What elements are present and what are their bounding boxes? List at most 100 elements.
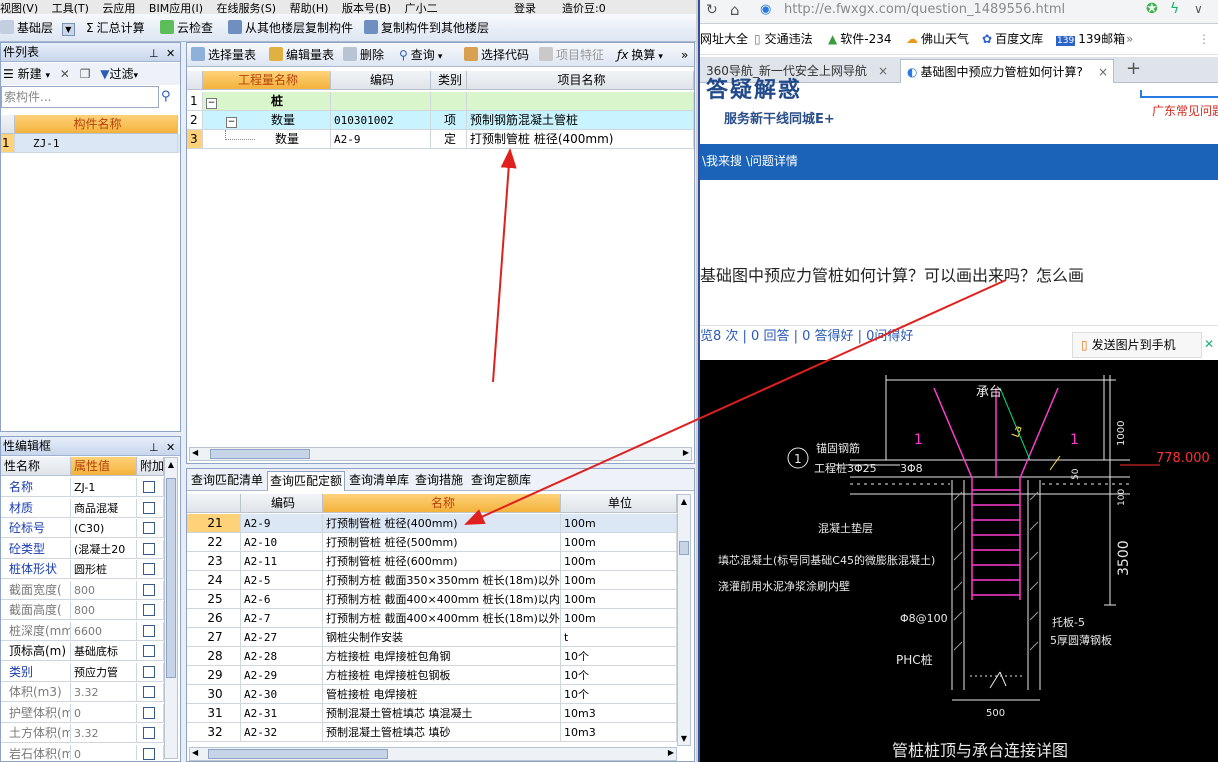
property-checkbox[interactable] [143, 624, 155, 637]
component-search-input[interactable]: 索构件... [1, 86, 159, 108]
close-icon[interactable]: ✕ [166, 44, 175, 63]
bookmark-item[interactable]: ☁ 佛山天气 [906, 25, 969, 53]
menu-assistant[interactable]: 广小二 [405, 2, 438, 14]
item-feature-button[interactable]: 项目特征 [539, 43, 604, 67]
property-row[interactable]: 桩深度(mm) 6600 [1, 621, 164, 642]
property-scrollbar[interactable]: ▲ [164, 457, 178, 759]
quota-row[interactable]: 25 A2-6 打预制方桩 截面400×400mm 桩长(18m)以内 100m [187, 590, 677, 609]
property-row[interactable]: 砼标号 (C30) [1, 519, 164, 539]
quota-row[interactable]: 27 A2-27 钢桩尖制作安装 t [187, 628, 677, 647]
chevron-down-icon[interactable]: ▼ [679, 734, 689, 743]
chevron-left-icon[interactable]: ◀ [192, 448, 198, 457]
menu-dots-icon[interactable]: ⋮ [1198, 25, 1210, 53]
delete-button[interactable]: 删除 [343, 43, 384, 67]
property-value[interactable]: 800 [71, 580, 137, 600]
property-row[interactable]: 顶标高(m) 基础底标 [1, 642, 164, 662]
component-row[interactable]: 1 ZJ-1 [1, 134, 180, 153]
more-icon[interactable]: » [681, 43, 688, 67]
quota-row[interactable]: 31 A2-31 预制混凝土管桩填芯 填混凝土 10m3 [187, 704, 677, 723]
chevron-left-icon[interactable]: ◀ [192, 748, 198, 757]
cloud-check-button[interactable]: 云检查 [160, 19, 213, 37]
copy-icon[interactable]: ❐ [80, 67, 91, 81]
quota-row[interactable]: 22 A2-10 打预制管桩 桩径(500mm) 100m [187, 533, 677, 552]
menu-view[interactable]: 视图(V) [0, 2, 38, 14]
chevron-down-icon[interactable]: ▾ [134, 71, 139, 81]
pin-icon[interactable]: ⊥ [149, 44, 159, 63]
select-code-button[interactable]: 选择代码 [464, 43, 529, 67]
property-value[interactable]: (混凝土20 [71, 539, 137, 559]
browser-tab-active[interactable]: ◐ 基础图中预应力管桩如何计算? × [900, 59, 1114, 83]
collapse-icon[interactable]: − [226, 117, 237, 128]
property-value[interactable]: (C30) [71, 519, 137, 538]
region-link[interactable]: 广东常见问题 [1152, 102, 1218, 119]
collapse-icon[interactable]: − [206, 98, 217, 109]
scrollbar-thumb[interactable] [679, 541, 689, 555]
chevron-up-icon[interactable]: ▲ [679, 497, 689, 506]
copy-from-floor-button[interactable]: 从其他楼层复制构件 [228, 19, 353, 37]
floor-selector[interactable]: 基础层 ▼ [0, 19, 75, 37]
property-value[interactable]: 800 [71, 601, 137, 620]
search-icon[interactable]: ⚲ [161, 89, 171, 104]
send-to-phone-button[interactable]: ▯ 发送图片到手机 [1072, 332, 1202, 358]
chevron-up-icon[interactable]: ▲ [166, 460, 176, 469]
property-value[interactable]: 0 [71, 744, 137, 760]
property-row[interactable]: 土方体积(m 3.32 [1, 724, 164, 744]
url-field[interactable]: http://e.fwxgx.com/question_1489556.html [784, 2, 1065, 17]
summary-button[interactable]: Σ 汇总计算 [86, 19, 145, 37]
tab-match-list[interactable]: 查询匹配清单 [191, 469, 263, 491]
property-checkbox[interactable] [143, 686, 155, 698]
quota-row[interactable]: 26 A2-7 打预制方桩 截面400×400mm 桩长(18m)以外 100m [187, 609, 677, 628]
property-checkbox[interactable] [143, 501, 155, 514]
quantity-row[interactable]: 1 − 桩 [187, 92, 694, 111]
menu-help[interactable]: 帮助(H) [290, 2, 329, 14]
property-row[interactable]: 截面高度(800 [1, 601, 164, 621]
property-row[interactable]: 桩体形状 圆形桩 [1, 560, 164, 580]
pin-icon[interactable]: ⊥ [149, 438, 159, 457]
property-row[interactable]: 护壁体积(m 0 [1, 703, 164, 724]
property-row[interactable]: 体积(m3) 3.32 [1, 683, 164, 703]
property-value[interactable]: 0 [71, 703, 137, 723]
tab-list-library[interactable]: 查询清单库 [349, 469, 409, 491]
quota-row[interactable]: 21 A2-9 打预制管桩 桩径(400mm) 100m [187, 514, 677, 533]
property-row[interactable]: 截面宽度(800 [1, 580, 164, 601]
property-value[interactable]: 预应力管 [71, 662, 137, 682]
query-button[interactable]: ⚲ 查询 ▾ [399, 43, 442, 69]
chevron-down-icon[interactable]: ∨ [1194, 2, 1203, 16]
new-tab-button[interactable]: + [1126, 58, 1141, 79]
quantity-scrollbar[interactable]: ◀ ▶ [189, 447, 692, 461]
quota-row[interactable]: 28 A2-28 方桩接桩 电焊接桩包角钢 10个 [187, 647, 677, 666]
bookmark-item[interactable]: ▲ 软件-234 [828, 25, 891, 53]
bookmark-item[interactable]: 139 139邮箱 [1056, 25, 1125, 55]
quota-hscrollbar[interactable]: ◀ ▶ [189, 747, 677, 761]
property-checkbox[interactable] [143, 747, 155, 760]
more-icon[interactable]: » [1126, 25, 1133, 53]
nav-bar[interactable]: \我来搜 \问题详情 [700, 144, 1218, 180]
chevron-down-icon[interactable]: ▼ [61, 23, 75, 36]
close-icon[interactable]: ✕ [166, 438, 175, 457]
chevron-right-icon[interactable]: ▶ [683, 448, 689, 457]
scrollbar-thumb[interactable] [210, 449, 310, 459]
property-row[interactable]: 材质 商品混凝 [1, 498, 164, 519]
bookmark-item[interactable]: ✿ 百度文库 [982, 25, 1043, 53]
edit-table-button[interactable]: 编辑量表 [269, 43, 334, 67]
convert-button[interactable]: ƒx 换算 ▾ [617, 43, 663, 69]
property-value[interactable]: 圆形桩 [71, 560, 137, 579]
tab-measures[interactable]: 查询措施 [415, 469, 463, 491]
quantity-row[interactable]: 2 − 数量 010301002 项 预制钢筋混凝土管桩 [187, 111, 694, 130]
property-value[interactable]: ZJ-1 [71, 478, 137, 497]
property-checkbox[interactable] [143, 542, 155, 555]
new-button[interactable]: 新建 [18, 67, 42, 81]
menu-cloud[interactable]: 云应用 [102, 2, 135, 14]
property-value[interactable]: 3.32 [71, 724, 137, 743]
close-icon[interactable]: × [878, 59, 888, 83]
tab-match-quota[interactable]: 查询匹配定额 [267, 471, 346, 491]
menu-bim[interactable]: BIM应用(I) [149, 2, 203, 14]
property-checkbox[interactable] [143, 706, 155, 719]
quota-row[interactable]: 30 A2-30 管桩接桩 电焊接桩 10个 [187, 685, 677, 704]
menu-version[interactable]: 版本号(B) [342, 2, 391, 14]
property-row[interactable]: 名称 ZJ-1 [1, 478, 164, 498]
property-checkbox[interactable] [143, 481, 155, 493]
bookmark-item[interactable]: ▯ 交通违法 [754, 25, 813, 53]
property-value[interactable]: 基础底标 [71, 642, 137, 661]
close-icon[interactable]: × [1098, 60, 1108, 84]
